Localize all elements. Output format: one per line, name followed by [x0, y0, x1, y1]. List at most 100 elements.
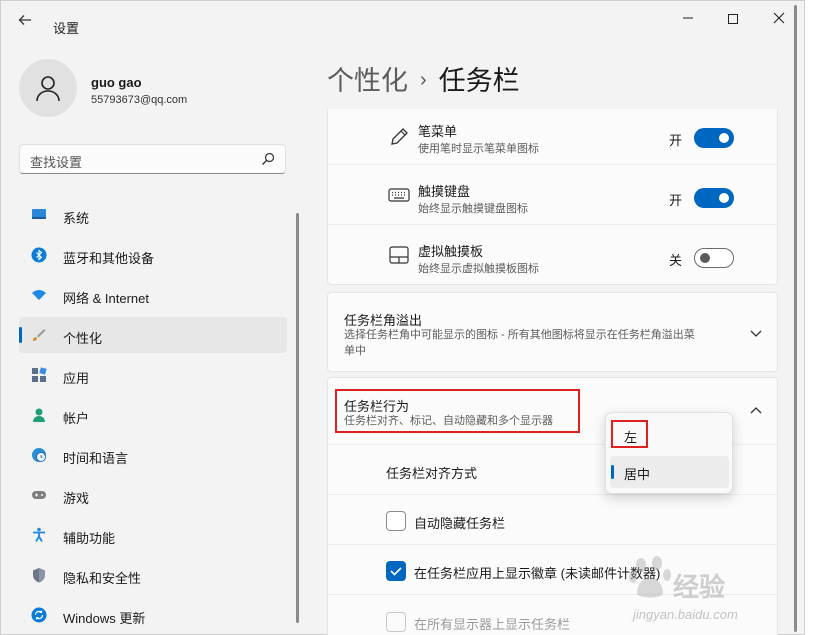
- touch-keyboard-row: 触摸键盘 始终显示触摸键盘图标 开: [328, 164, 777, 224]
- all-displays-label: 在所有显示器上显示任务栏: [414, 617, 571, 632]
- sidebar-item-gaming[interactable]: 游戏: [19, 477, 287, 513]
- pen-menu-state: 开: [669, 133, 683, 148]
- minimize-icon: [683, 17, 693, 19]
- sidebar-item-label: 网络 & Internet: [63, 291, 149, 306]
- virtual-touchpad-toggle[interactable]: [694, 248, 734, 268]
- content-scrollbar[interactable]: [794, 1, 797, 635]
- sidebar-item-label: 系统: [63, 211, 90, 226]
- baidu-watermark: 经验 jingyan.baidu.com: [623, 547, 773, 627]
- person-icon: [33, 408, 45, 422]
- sidebar-item-label: 帐户: [63, 411, 90, 426]
- watermark-text: 经验: [673, 572, 726, 602]
- sidebar-item-label: 个性化: [63, 331, 103, 346]
- brush-icon: [33, 329, 46, 341]
- breadcrumb: 个性化 › 任务栏: [327, 59, 520, 98]
- touch-keyboard-toggle[interactable]: [694, 188, 734, 208]
- sidebar-item-system[interactable]: 系统: [19, 197, 287, 233]
- auto-hide-label: 自动隐藏任务栏: [414, 516, 506, 531]
- sidebar-item-network[interactable]: 网络 & Internet: [19, 277, 287, 313]
- search-icon: [262, 152, 275, 165]
- accessibility-icon: [33, 527, 45, 542]
- user-name: guo gao: [91, 75, 142, 90]
- wifi-icon: [32, 290, 46, 300]
- annotation-highlight: [335, 389, 580, 433]
- chevron-up-icon[interactable]: [749, 404, 763, 418]
- sidebar-item-time-language[interactable]: 时间和语言: [19, 437, 287, 473]
- sidebar-item-label: 隐私和安全性: [63, 571, 142, 586]
- shield-icon: [33, 568, 45, 583]
- sidebar-item-label: 辅助功能: [63, 531, 116, 546]
- pen-icon: [391, 128, 408, 145]
- bluetooth-icon: [31, 247, 47, 263]
- pen-menu-sub: 使用笔时显示笔菜单图标: [418, 143, 539, 155]
- touch-keyboard-state: 开: [669, 193, 683, 208]
- app-title: 设置: [53, 21, 80, 36]
- checkmark-icon: [390, 567, 402, 576]
- touchpad-icon: [389, 246, 409, 264]
- touch-keyboard-sub: 始终显示触摸键盘图标: [418, 203, 528, 215]
- content-scrollbar-track: [794, 5, 797, 632]
- virtual-touchpad-sub: 始终显示虚拟触摸板图标: [418, 263, 539, 275]
- back-button[interactable]: [15, 12, 35, 32]
- keyboard-icon: [388, 188, 410, 202]
- gamepad-icon: [32, 491, 46, 499]
- overflow-sub-line2: 单中: [344, 345, 366, 357]
- maximize-button[interactable]: [721, 9, 745, 29]
- paw-logo-icon: [629, 556, 671, 598]
- sidebar-item-label: 游戏: [63, 491, 90, 506]
- virtual-touchpad-state: 关: [669, 253, 683, 268]
- selection-indicator: [19, 327, 22, 343]
- search-input[interactable]: 查找设置: [19, 144, 286, 174]
- settings-window: 设置 guo gao 55793673@qq.com 查找设置 系统 蓝牙和其他…: [0, 0, 805, 635]
- sidebar-item-accessibility[interactable]: 辅助功能: [19, 517, 287, 553]
- sidebar-nav: 系统 蓝牙和其他设备 网络 & Internet 个性化 应用 帐户 时间和语言: [19, 197, 287, 635]
- pen-menu-toggle[interactable]: [694, 128, 734, 148]
- close-icon: [773, 12, 785, 24]
- virtual-touchpad-row: 虚拟触摸板 始终显示虚拟触摸板图标 关: [328, 224, 777, 284]
- search-placeholder: 查找设置: [30, 155, 83, 170]
- pen-menu-title: 笔菜单: [418, 124, 458, 139]
- sidebar-item-privacy[interactable]: 隐私和安全性: [19, 557, 287, 593]
- sidebar-item-accounts[interactable]: 帐户: [19, 397, 287, 433]
- all-displays-checkbox[interactable]: [386, 612, 406, 632]
- breadcrumb-parent[interactable]: 个性化: [327, 66, 408, 96]
- sidebar-item-bluetooth[interactable]: 蓝牙和其他设备: [19, 237, 287, 273]
- selection-indicator: [611, 465, 614, 479]
- avatar[interactable]: [19, 59, 77, 117]
- globe-clock-icon: [32, 448, 46, 462]
- sidebar-item-apps[interactable]: 应用: [19, 357, 287, 393]
- chevron-down-icon[interactable]: [749, 326, 763, 340]
- update-icon: [31, 607, 47, 623]
- alignment-option-label: 居中: [624, 467, 651, 482]
- taskbar-corner-icons-card: 笔菜单 使用笔时显示笔菜单图标 开 触摸键盘 始终显示触摸键盘图标 开 虚拟触摸…: [327, 109, 778, 285]
- monitor-icon: [32, 209, 46, 219]
- pen-menu-row: 笔菜单 使用笔时显示笔菜单图标 开: [328, 109, 777, 164]
- apps-icon: [32, 367, 47, 382]
- minimize-button[interactable]: [676, 9, 700, 29]
- taskbar-overflow-card[interactable]: 任务栏角溢出 选择任务栏角中可能显示的图标 - 所有其他图标将显示在任务栏角溢出…: [327, 292, 778, 372]
- sidebar-item-label: 蓝牙和其他设备: [63, 251, 155, 266]
- auto-hide-row: 自动隐藏任务栏: [328, 494, 777, 544]
- sidebar-item-windows-update[interactable]: Windows 更新: [19, 597, 287, 633]
- arrow-left-icon: [18, 15, 31, 25]
- close-button[interactable]: [767, 9, 791, 29]
- sidebar-item-personalization[interactable]: 个性化: [19, 317, 287, 353]
- annotation-highlight-left-option: [611, 420, 648, 448]
- user-email: 55793673@qq.com: [91, 94, 188, 106]
- overflow-sub-line1: 选择任务栏角中可能显示的图标 - 所有其他图标将显示在任务栏角溢出菜: [344, 329, 695, 341]
- badges-checkbox[interactable]: [386, 561, 406, 581]
- sidebar-item-label: 时间和语言: [63, 451, 129, 466]
- sidebar-item-label: Windows 更新: [63, 611, 146, 626]
- touch-keyboard-title: 触摸键盘: [418, 184, 471, 199]
- title-bar: 设置: [1, 1, 804, 41]
- alignment-option-center[interactable]: 居中: [610, 456, 729, 488]
- auto-hide-checkbox[interactable]: [386, 511, 406, 531]
- alignment-label: 任务栏对齐方式: [386, 466, 478, 481]
- sidebar-item-label: 应用: [63, 371, 90, 386]
- watermark-url: jingyan.baidu.com: [633, 607, 738, 622]
- page-title: 任务栏: [438, 66, 520, 96]
- person-icon: [36, 76, 60, 102]
- virtual-touchpad-title: 虚拟触摸板: [418, 244, 484, 259]
- maximize-icon: [728, 14, 738, 24]
- sidebar-scrollbar[interactable]: [296, 213, 299, 623]
